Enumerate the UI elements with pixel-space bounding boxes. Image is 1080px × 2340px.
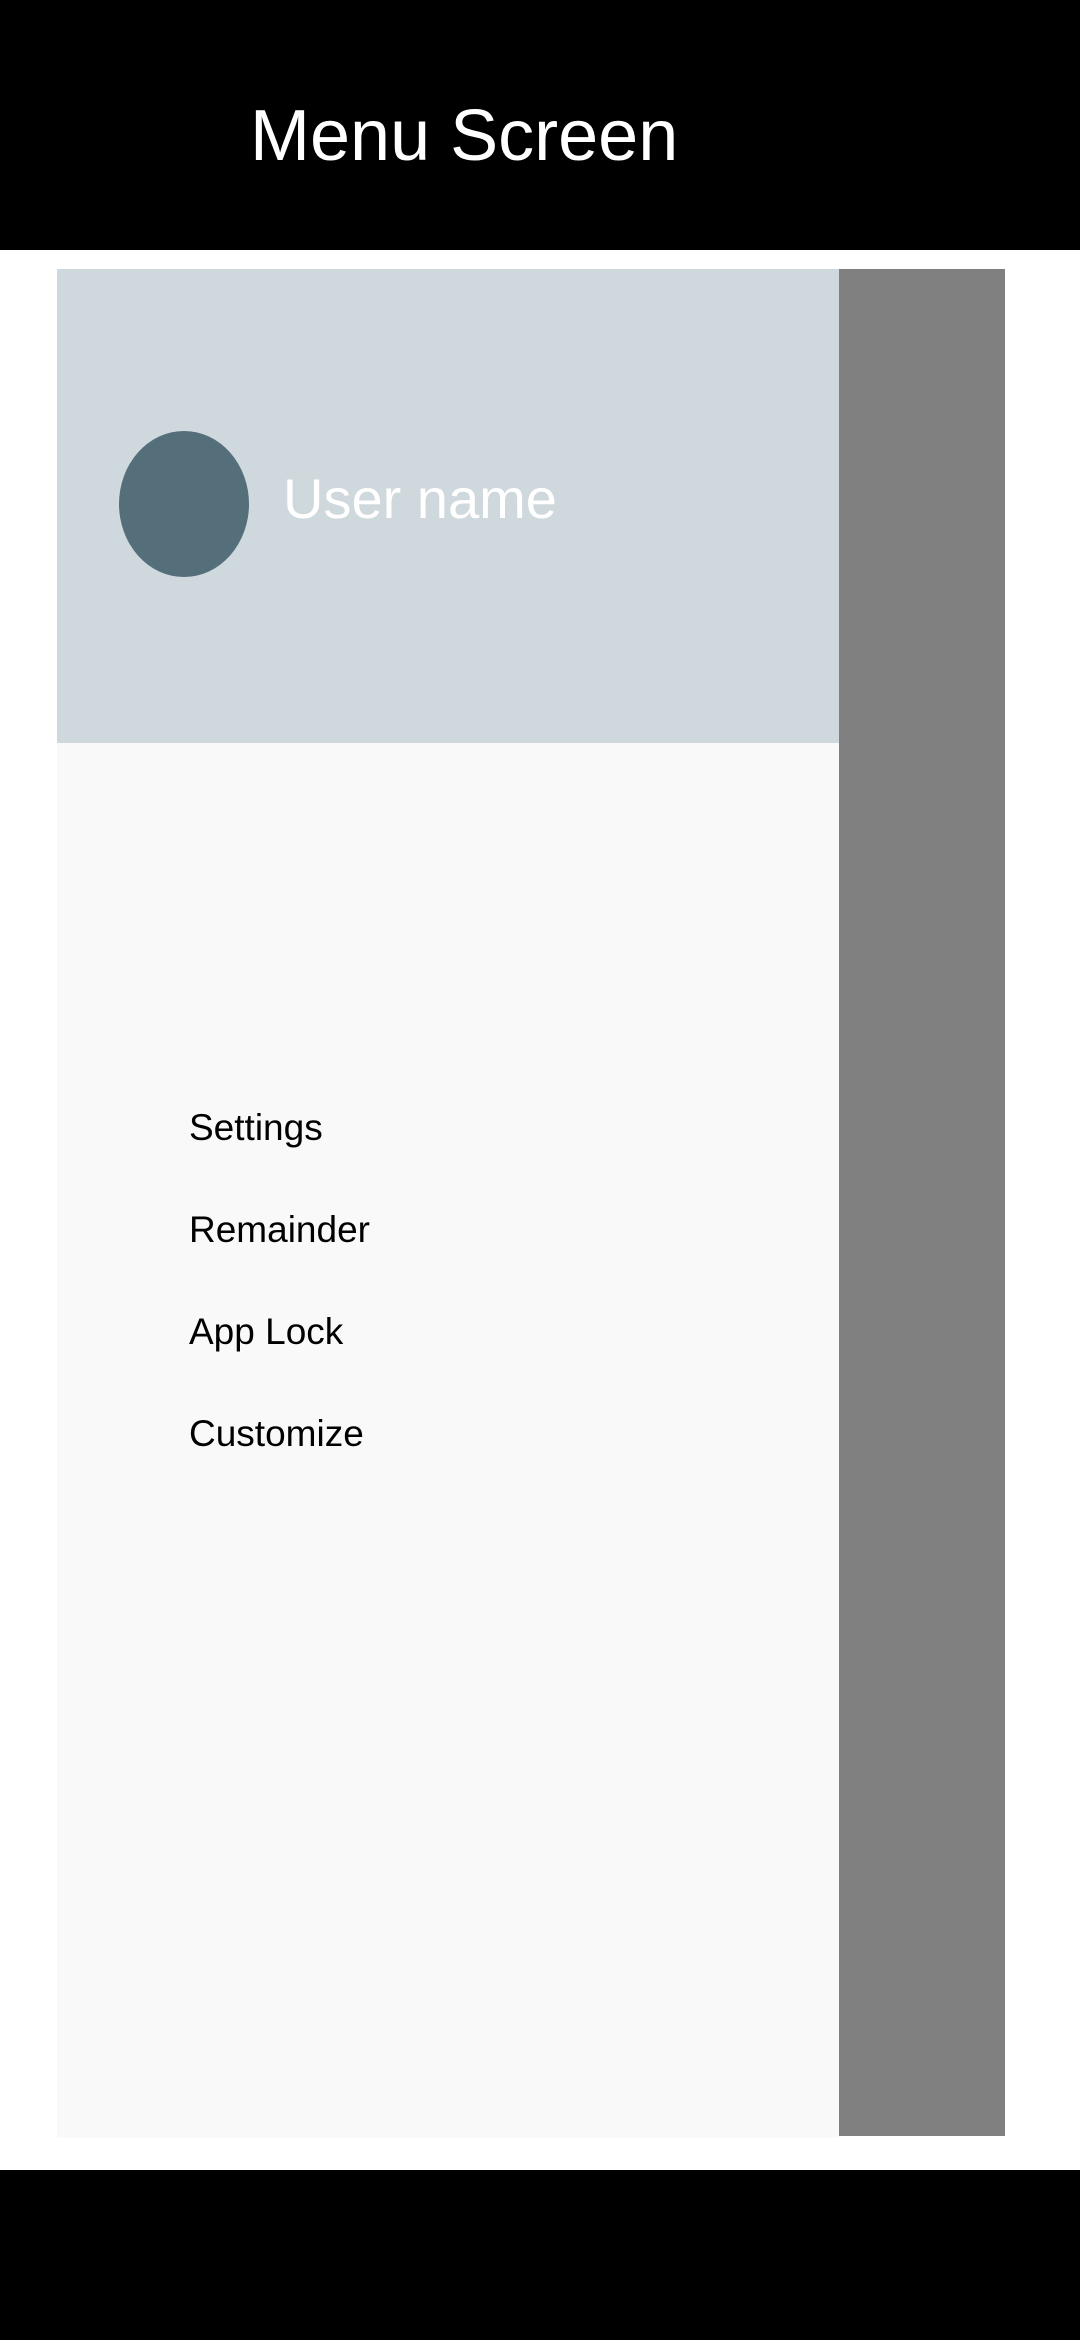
drawer-scrim[interactable] xyxy=(839,269,1005,2136)
bottom-bar xyxy=(0,2170,1080,2340)
menu-item-settings[interactable]: Settings xyxy=(189,1103,323,1153)
menu-item-app-lock[interactable]: App Lock xyxy=(189,1307,343,1357)
navigation-drawer: User name Settings Remainder App Lock Cu… xyxy=(57,269,839,2138)
avatar[interactable] xyxy=(119,431,249,577)
page-title: Menu Screen xyxy=(250,96,679,176)
menu-item-customize[interactable]: Customize xyxy=(189,1409,364,1459)
user-name: User name xyxy=(283,467,557,530)
top-bar: Menu Screen xyxy=(0,0,1080,250)
menu-item-remainder[interactable]: Remainder xyxy=(189,1205,370,1255)
device-screen: User name Settings Remainder App Lock Cu… xyxy=(57,269,1005,2138)
drawer-header: User name xyxy=(57,269,839,743)
